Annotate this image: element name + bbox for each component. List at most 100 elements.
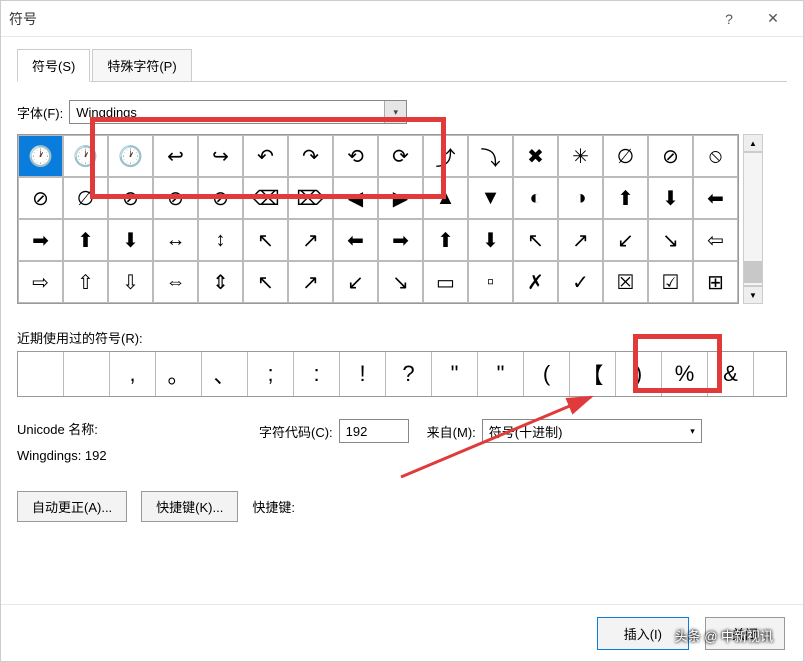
symbol-cell[interactable]: 🕐 bbox=[108, 135, 153, 177]
symbol-cell[interactable]: ∅ bbox=[603, 135, 648, 177]
recent-cell[interactable]: & bbox=[708, 352, 754, 396]
symbol-cell[interactable]: ↔ bbox=[153, 219, 198, 261]
from-value: 符号(十进制) bbox=[489, 422, 563, 441]
recent-cell[interactable]: % bbox=[662, 352, 708, 396]
symbol-cell[interactable]: ↙ bbox=[333, 261, 378, 303]
recent-cell[interactable]: ) bbox=[616, 352, 662, 396]
insert-button[interactable]: 插入(I) bbox=[597, 617, 689, 650]
symbol-cell[interactable]: ➡ bbox=[378, 219, 423, 261]
symbol-cell[interactable]: ⌫ bbox=[243, 177, 288, 219]
symbol-cell[interactable]: ✓ bbox=[558, 261, 603, 303]
autocorrect-button[interactable]: 自动更正(A)... bbox=[17, 491, 127, 522]
grid-scrollbar[interactable]: ▲ ▼ bbox=[743, 134, 763, 304]
symbol-cell[interactable]: ↖ bbox=[243, 219, 288, 261]
symbol-cell[interactable]: ⬇ bbox=[648, 177, 693, 219]
symbol-cell[interactable]: ▫ bbox=[468, 261, 513, 303]
symbol-cell[interactable]: ↙ bbox=[603, 219, 648, 261]
symbol-cell[interactable]: ⬇ bbox=[468, 219, 513, 261]
font-input[interactable] bbox=[70, 105, 384, 120]
symbol-cell[interactable]: ▶ bbox=[378, 177, 423, 219]
shortcut-button[interactable]: 快捷键(K)... bbox=[141, 491, 238, 522]
help-button[interactable]: ? bbox=[707, 4, 751, 34]
symbol-cell[interactable]: ↖ bbox=[513, 219, 558, 261]
recent-cell[interactable]: " bbox=[432, 352, 478, 396]
symbol-cell[interactable]: ▼ bbox=[468, 177, 513, 219]
symbol-cell[interactable]: ⤴ bbox=[423, 135, 468, 177]
symbol-cell[interactable]: ↪ bbox=[198, 135, 243, 177]
symbol-cell[interactable]: ⊘ bbox=[198, 177, 243, 219]
symbol-cell[interactable]: ⊘ bbox=[18, 177, 63, 219]
symbol-cell[interactable]: ⇨ bbox=[18, 261, 63, 303]
symbol-cell[interactable]: ✗ bbox=[513, 261, 558, 303]
scroll-down-icon[interactable]: ▼ bbox=[743, 286, 763, 304]
char-code-label: 字符代码(C): bbox=[259, 422, 333, 441]
symbol-cell[interactable]: ▲ bbox=[423, 177, 468, 219]
symbol-cell[interactable]: ⊘ bbox=[108, 177, 153, 219]
symbol-cell[interactable]: ↕ bbox=[198, 219, 243, 261]
symbol-cell[interactable]: ⊘ bbox=[153, 177, 198, 219]
symbol-cell[interactable]: ⬅ bbox=[693, 177, 738, 219]
symbol-cell[interactable]: ⇔ bbox=[153, 261, 198, 303]
symbol-cell[interactable]: ⬆ bbox=[603, 177, 648, 219]
symbol-cell[interactable]: ↗ bbox=[558, 219, 603, 261]
tab-special[interactable]: 特殊字符(P) bbox=[92, 49, 191, 81]
symbol-cell[interactable]: ⇧ bbox=[63, 261, 108, 303]
symbol-cell[interactable]: ☒ bbox=[603, 261, 648, 303]
symbol-cell[interactable]: ⟳ bbox=[378, 135, 423, 177]
recent-cell[interactable]: , bbox=[110, 352, 156, 396]
scroll-track[interactable] bbox=[743, 152, 763, 286]
recent-cell[interactable]: 【 bbox=[570, 352, 616, 396]
symbol-cell[interactable]: ☑ bbox=[648, 261, 693, 303]
recent-cell[interactable]: ? bbox=[386, 352, 432, 396]
symbol-cell[interactable]: ⦸ bbox=[693, 135, 738, 177]
symbol-cell[interactable]: ↘ bbox=[648, 219, 693, 261]
symbol-cell[interactable]: ↖ bbox=[243, 261, 288, 303]
symbol-cell[interactable]: ↩ bbox=[153, 135, 198, 177]
symbol-cell[interactable]: ➡ bbox=[18, 219, 63, 261]
scroll-thumb[interactable] bbox=[744, 261, 762, 283]
symbol-cell[interactable]: ↗ bbox=[288, 219, 333, 261]
symbol-cell[interactable]: ⊘ bbox=[648, 135, 693, 177]
symbol-cell[interactable]: ⬇ bbox=[108, 219, 153, 261]
symbol-cell[interactable]: ⬅ bbox=[333, 219, 378, 261]
symbol-cell[interactable]: ⊞ bbox=[693, 261, 738, 303]
symbol-cell[interactable]: ⌦ bbox=[288, 177, 333, 219]
from-select[interactable]: 符号(十进制) ▾ bbox=[482, 419, 702, 443]
recent-cell[interactable]: : bbox=[294, 352, 340, 396]
symbol-cell[interactable]: ⇦ bbox=[693, 219, 738, 261]
symbol-cell[interactable]: 🕐 bbox=[18, 135, 63, 177]
symbol-cell[interactable]: ↘ bbox=[378, 261, 423, 303]
symbol-cell[interactable]: ✖ bbox=[513, 135, 558, 177]
recent-cell[interactable]: 、 bbox=[202, 352, 248, 396]
font-select[interactable]: ▾ bbox=[69, 100, 407, 124]
char-code-input[interactable] bbox=[339, 419, 409, 443]
symbol-cell[interactable]: ◀ bbox=[333, 177, 378, 219]
symbol-cell[interactable]: ↷ bbox=[288, 135, 333, 177]
symbol-cell[interactable]: ⬆ bbox=[63, 219, 108, 261]
recent-cell[interactable]: ; bbox=[248, 352, 294, 396]
symbol-cell[interactable]: ▭ bbox=[423, 261, 468, 303]
recent-cell[interactable] bbox=[64, 352, 110, 396]
cancel-button[interactable]: 关闭 bbox=[705, 617, 785, 650]
close-button[interactable]: ✕ bbox=[751, 4, 795, 34]
symbol-cell[interactable]: ⟲ bbox=[333, 135, 378, 177]
recent-cell[interactable]: " bbox=[478, 352, 524, 396]
symbol-cell[interactable]: ⇩ bbox=[108, 261, 153, 303]
symbol-cell[interactable]: ↗ bbox=[288, 261, 333, 303]
symbol-cell[interactable]: 🕐 bbox=[63, 135, 108, 177]
symbol-cell[interactable]: ∅ bbox=[63, 177, 108, 219]
symbol-cell[interactable]: ⤵ bbox=[468, 135, 513, 177]
recent-cell[interactable]: ! bbox=[340, 352, 386, 396]
symbol-cell[interactable]: ◐ bbox=[513, 177, 558, 219]
recent-cell[interactable]: ( bbox=[524, 352, 570, 396]
tab-symbols[interactable]: 符号(S) bbox=[17, 49, 90, 82]
symbol-cell[interactable]: ⬆ bbox=[423, 219, 468, 261]
scroll-up-icon[interactable]: ▲ bbox=[743, 134, 763, 152]
symbol-cell[interactable]: ✳ bbox=[558, 135, 603, 177]
chevron-down-icon[interactable]: ▾ bbox=[384, 101, 406, 123]
recent-cell[interactable]: 。 bbox=[156, 352, 202, 396]
recent-cell[interactable] bbox=[18, 352, 64, 396]
symbol-cell[interactable]: ↶ bbox=[243, 135, 288, 177]
symbol-cell[interactable]: ⇕ bbox=[198, 261, 243, 303]
symbol-cell[interactable]: ◑ bbox=[558, 177, 603, 219]
